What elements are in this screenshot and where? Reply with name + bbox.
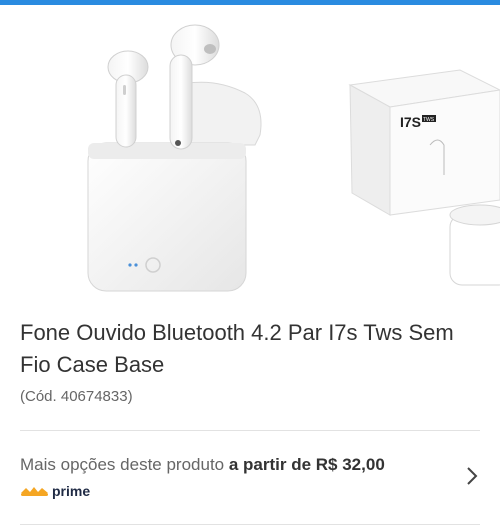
prime-label: prime: [52, 483, 91, 499]
product-box-image[interactable]: I7S TWS: [330, 65, 500, 305]
product-code: (Cód. 40674833): [20, 388, 133, 405]
more-options-text: Mais opções deste produto a partir de R$…: [20, 455, 385, 475]
divider-bottom: [20, 524, 480, 525]
more-options-row[interactable]: Mais opções deste produto a partir de R$…: [20, 450, 490, 510]
earbuds-case-image[interactable]: [60, 5, 320, 305]
more-options-price: a partir de R$ 32,00: [228, 455, 385, 474]
box-badge: TWS: [423, 117, 435, 123]
divider-top: [20, 430, 480, 431]
product-title: Fone Ouvido Bluetooth 4.2 Par I7s Tws Se…: [20, 320, 454, 377]
more-options-prefix: Mais opções deste produto: [20, 455, 229, 474]
chevron-right-icon[interactable]: [462, 464, 482, 488]
prime-swoosh-icon: [21, 487, 48, 496]
prime-badge: prime: [20, 482, 90, 500]
box-label: I7S: [400, 114, 421, 130]
product-image-gallery[interactable]: I7S TWS: [0, 5, 500, 305]
